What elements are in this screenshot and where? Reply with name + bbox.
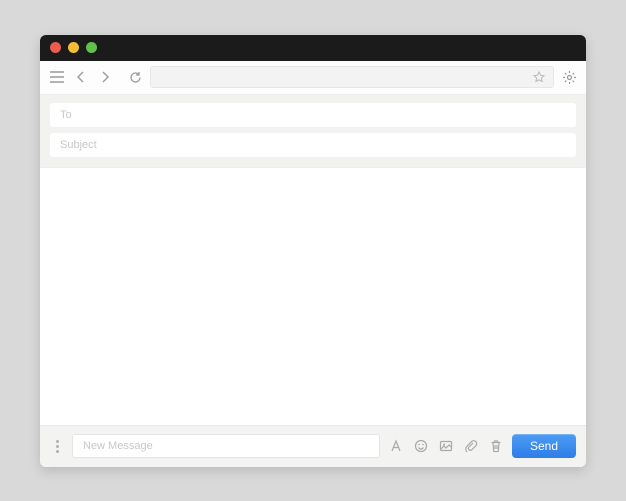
footer: Send [40, 425, 586, 467]
toolbar [40, 61, 586, 95]
address-bar[interactable] [150, 66, 554, 88]
window-controls [50, 42, 97, 53]
bookmark-icon[interactable] [533, 71, 545, 83]
delete-icon[interactable] [488, 438, 504, 454]
subject-input[interactable] [60, 139, 566, 151]
image-icon[interactable] [438, 438, 454, 454]
to-input[interactable] [60, 109, 566, 121]
new-message-input[interactable] [83, 440, 369, 452]
new-message-field[interactable] [72, 434, 380, 458]
menu-icon[interactable] [48, 68, 66, 86]
titlebar [40, 35, 586, 61]
footer-toolbar [388, 438, 504, 454]
emoji-icon[interactable] [413, 438, 429, 454]
close-button[interactable] [50, 42, 61, 53]
body-textarea[interactable] [40, 168, 586, 425]
compose-body[interactable] [40, 168, 586, 425]
to-field[interactable] [50, 103, 576, 127]
reload-icon[interactable] [126, 68, 144, 86]
compose-header [40, 95, 586, 168]
minimize-button[interactable] [68, 42, 79, 53]
attach-icon[interactable] [463, 438, 479, 454]
more-icon[interactable] [50, 440, 64, 453]
settings-icon[interactable] [560, 68, 578, 86]
forward-icon[interactable] [96, 68, 114, 86]
send-button[interactable]: Send [512, 434, 576, 458]
maximize-button[interactable] [86, 42, 97, 53]
app-window: Send [40, 35, 586, 467]
text-format-icon[interactable] [388, 438, 404, 454]
back-icon[interactable] [72, 68, 90, 86]
subject-field[interactable] [50, 133, 576, 157]
